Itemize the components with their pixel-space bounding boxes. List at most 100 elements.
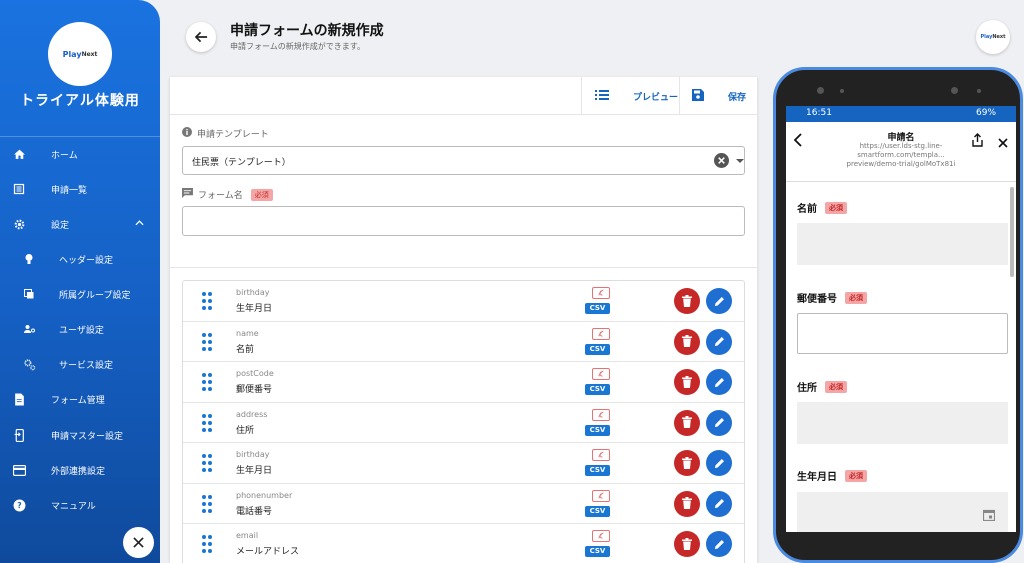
share-icon[interactable]: [972, 132, 983, 151]
sidebar-item-manual[interactable]: ? マニュアル: [0, 489, 160, 521]
required-toggle-icon[interactable]: [592, 287, 610, 299]
form-name-input[interactable]: [182, 206, 745, 236]
sidebar-item-label: サービス設定: [59, 360, 114, 371]
drag-handle-icon[interactable]: [202, 373, 213, 391]
back-button[interactable]: [186, 22, 216, 52]
delete-button[interactable]: [674, 369, 700, 395]
required-badge: 必須: [825, 201, 847, 214]
preview-field-name: 生年月日: [797, 472, 837, 483]
field-row[interactable]: birthday 生年月日 CSV: [183, 281, 744, 322]
preview-field-name: 郵便番号: [797, 294, 837, 305]
drag-handle-icon[interactable]: [202, 292, 213, 310]
preview-address-field[interactable]: [797, 402, 1008, 444]
required-badge: 必須: [825, 380, 847, 393]
sidebar-close-button[interactable]: [123, 527, 154, 558]
master-icon: [12, 428, 26, 442]
required-toggle-icon[interactable]: [592, 408, 610, 421]
delete-button[interactable]: [674, 409, 700, 436]
close-icon[interactable]: [998, 133, 1008, 152]
trash-icon: [682, 454, 692, 473]
csv-badge[interactable]: CSV: [585, 465, 610, 476]
sidebar-item-master-settings[interactable]: 申請マスター設定: [0, 419, 160, 451]
edit-button[interactable]: [706, 328, 732, 355]
delete-button[interactable]: [674, 490, 700, 517]
sidebar-item-label: ユーザ設定: [59, 325, 104, 336]
csv-badge[interactable]: CSV: [585, 505, 610, 517]
sidebar-item-label: ホーム: [51, 150, 78, 161]
required-toggle-icon[interactable]: [592, 489, 610, 502]
drag-handle-icon[interactable]: [202, 535, 213, 553]
sidebar: Play Next トライアル体験用 ホーム 申請一覧 設定 ヘッダー設定 所属グ…: [0, 0, 160, 563]
phone-sensor: [817, 87, 824, 94]
csv-badge[interactable]: CSV: [585, 303, 610, 314]
field-row[interactable]: phonenumber 電話番号 CSV: [183, 484, 744, 524]
phone-camera: [951, 87, 958, 94]
required-toggle-icon[interactable]: [592, 327, 610, 340]
save-button[interactable]: 保存: [692, 77, 746, 115]
scrollbar[interactable]: [1010, 187, 1014, 277]
drag-handle-icon[interactable]: [202, 454, 213, 472]
chevron-left-icon[interactable]: [793, 132, 802, 151]
edit-button[interactable]: [706, 450, 732, 476]
field-row[interactable]: name 名前 CSV: [183, 322, 744, 362]
pencil-icon: [714, 373, 725, 392]
field-row[interactable]: address 住所 CSV: [183, 403, 744, 443]
avatar[interactable]: Play Next: [976, 20, 1010, 54]
clear-icon[interactable]: [714, 153, 729, 172]
status-battery: 69%: [976, 108, 997, 118]
sidebar-item-settings[interactable]: 設定: [0, 208, 160, 240]
edit-button[interactable]: [706, 531, 732, 557]
sidebar-item-group-settings[interactable]: 所属グループ設定: [0, 278, 160, 310]
user-settings-icon: [22, 322, 36, 336]
chevron-up-icon: [135, 219, 144, 229]
sidebar-item-service-settings[interactable]: サービス設定: [0, 348, 160, 380]
edit-button[interactable]: [706, 288, 732, 314]
delete-button[interactable]: [674, 450, 700, 476]
gear-icon: [12, 217, 26, 231]
editor-toolbar: プレビュー 保存: [170, 77, 757, 115]
form-name-label-text: フォーム名: [198, 191, 243, 201]
sidebar-item-integration-settings[interactable]: 外部連携設定: [0, 454, 160, 486]
drag-handle-icon[interactable]: [202, 332, 213, 351]
drag-handle-icon[interactable]: [202, 494, 213, 513]
delete-button[interactable]: [674, 288, 700, 314]
calendar-icon[interactable]: [982, 506, 996, 525]
drag-handle-icon[interactable]: [202, 413, 213, 432]
preview-postcode-input[interactable]: [797, 313, 1008, 354]
field-key: postCode: [236, 369, 274, 378]
field-row[interactable]: email メールアドレス CSV: [183, 524, 744, 563]
csv-badge[interactable]: CSV: [585, 546, 610, 557]
trash-icon: [682, 292, 692, 311]
csv-badge[interactable]: CSV: [585, 343, 610, 355]
sidebar-item-header-settings[interactable]: ヘッダー設定: [0, 243, 160, 275]
logo-suffix: Next: [81, 50, 98, 58]
preview-name-field[interactable]: [797, 223, 1008, 265]
phone-status-bar: 16:51 69%: [786, 106, 1016, 122]
group-icon: [22, 287, 36, 301]
preview-field-label: 郵便番号 必須: [797, 290, 867, 305]
sidebar-item-user-settings[interactable]: ユーザ設定: [0, 313, 160, 345]
phone-preview: 16:51 69% 申請名 https://user.lds-stg.line-…: [773, 67, 1023, 563]
required-toggle-icon[interactable]: [592, 530, 610, 542]
field-row[interactable]: birthday 生年月日 CSV: [183, 443, 744, 484]
edit-button[interactable]: [706, 409, 732, 436]
sidebar-item-applications[interactable]: 申請一覧: [0, 173, 160, 205]
preview-label: プレビュー: [633, 92, 679, 103]
required-toggle-icon[interactable]: [592, 368, 610, 380]
field-row[interactable]: postCode 郵便番号 CSV: [183, 362, 744, 403]
required-toggle-icon[interactable]: [592, 449, 610, 461]
template-select[interactable]: 住民票（テンプレート）: [182, 146, 745, 175]
sidebar-item-home[interactable]: ホーム: [0, 138, 160, 170]
edit-button[interactable]: [706, 490, 732, 517]
delete-button[interactable]: [674, 531, 700, 557]
field-label: 生年月日: [236, 304, 273, 314]
sidebar-item-form-management[interactable]: フォーム管理: [0, 383, 160, 415]
preview-button[interactable]: プレビュー: [595, 77, 678, 115]
pencil-icon: [714, 494, 725, 513]
delete-button[interactable]: [674, 328, 700, 355]
chevron-down-icon[interactable]: [736, 159, 744, 163]
preview-birthday-field[interactable]: [797, 492, 1008, 532]
edit-button[interactable]: [706, 369, 732, 395]
csv-badge[interactable]: CSV: [585, 384, 610, 395]
csv-badge[interactable]: CSV: [585, 424, 610, 436]
